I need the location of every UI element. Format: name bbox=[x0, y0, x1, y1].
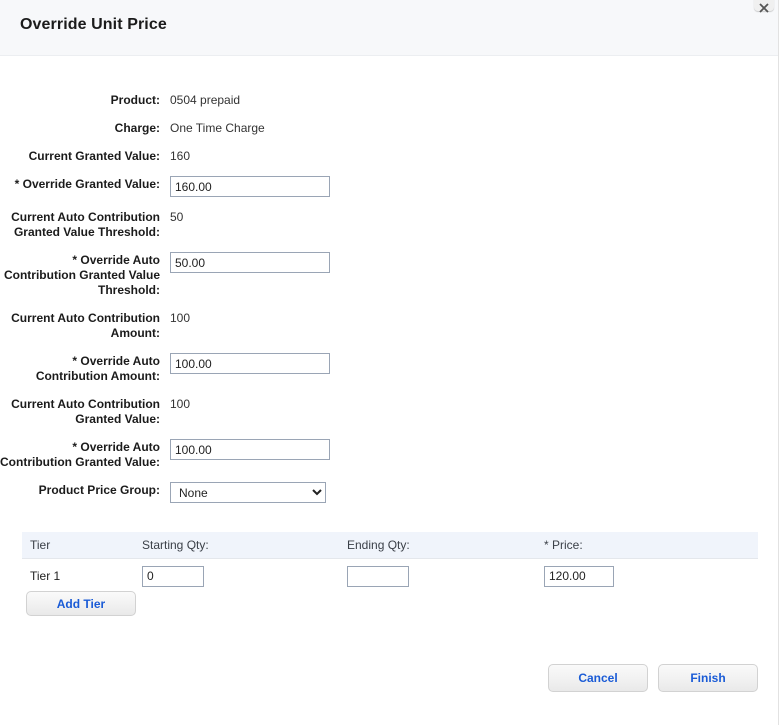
override-auto-contribution-granted-value-threshold-input[interactable] bbox=[170, 252, 330, 273]
field-product-price-group-control: None bbox=[170, 482, 326, 503]
close-icon[interactable] bbox=[754, 0, 774, 13]
field-product-label: Product: bbox=[110, 93, 160, 107]
finish-button[interactable]: Finish bbox=[658, 664, 758, 692]
starting-qty-input[interactable] bbox=[142, 565, 204, 587]
field-override-auto-contribution-granted-value-label: * Override Auto Contribution Granted Val… bbox=[0, 440, 161, 469]
field-override-auto-contribution-amount-label: * Override Auto Contribution Amount: bbox=[35, 354, 160, 383]
field-current-auto-contribution-amount-value: 100 bbox=[170, 311, 191, 325]
page-title: Override Unit Price bbox=[20, 16, 167, 33]
field-current-granted-value-value: 160 bbox=[170, 149, 191, 163]
field-override-auto-contribution-amount-control bbox=[170, 353, 330, 374]
tier-table: Tier Starting Qty: Ending Qty: * Price: … bbox=[22, 532, 758, 593]
field-override-auto-contribution-granted-value-control bbox=[170, 439, 330, 460]
field-current-auto-contribution-amount-label: Current Auto Contribution Amount: bbox=[11, 311, 160, 340]
override-granted-value-input[interactable] bbox=[170, 176, 330, 197]
field-current-auto-contribution-granted-value: Current Auto Contribution Granted Value:… bbox=[0, 396, 778, 427]
field-charge-label: Charge: bbox=[114, 121, 160, 135]
field-current-auto-contribution-amount: Current Auto Contribution Amount: 100 bbox=[0, 310, 778, 341]
add-tier-button[interactable]: Add Tier bbox=[26, 591, 136, 616]
dialog-footer: Cancel Finish bbox=[548, 664, 758, 692]
override-auto-contribution-amount-input[interactable] bbox=[170, 353, 330, 374]
field-override-auto-contribution-granted-value-threshold-control bbox=[170, 252, 330, 273]
field-current-granted-value-label: Current Granted Value: bbox=[28, 149, 160, 163]
tier-table-header-row: Tier Starting Qty: Ending Qty: * Price: bbox=[22, 532, 758, 559]
cancel-button[interactable]: Cancel bbox=[548, 664, 648, 692]
tier-row-label: Tier 1 bbox=[30, 569, 61, 583]
field-override-granted-value-control bbox=[170, 176, 330, 197]
field-charge-value: One Time Charge bbox=[170, 121, 265, 135]
field-charge: Charge: One Time Charge bbox=[0, 120, 778, 136]
field-override-auto-contribution-granted-value: * Override Auto Contribution Granted Val… bbox=[0, 439, 778, 470]
field-current-granted-value: Current Granted Value: 160 bbox=[0, 148, 778, 164]
product-price-group-select[interactable]: None bbox=[170, 482, 326, 503]
field-override-granted-value-label: * Override Granted Value: bbox=[14, 177, 160, 191]
tier-row-starting-qty-cell bbox=[142, 565, 347, 587]
close-glyph bbox=[759, 3, 769, 13]
field-product-price-group-label: Product Price Group: bbox=[38, 483, 160, 497]
field-current-auto-contribution-granted-value-threshold-label: Current Auto Contribution Granted Value … bbox=[11, 210, 160, 239]
field-product-price-group: Product Price Group: None bbox=[0, 482, 778, 503]
field-current-auto-contribution-granted-value-threshold: Current Auto Contribution Granted Value … bbox=[0, 209, 778, 240]
field-current-auto-contribution-granted-value-label: Current Auto Contribution Granted Value: bbox=[11, 397, 160, 426]
dialog-header: Override Unit Price bbox=[0, 0, 778, 56]
tier-row-ending-qty-cell bbox=[347, 565, 544, 587]
field-current-auto-contribution-granted-value-threshold-value: 50 bbox=[170, 210, 184, 224]
column-header-starting-qty: Starting Qty: bbox=[142, 538, 209, 552]
field-override-auto-contribution-amount: * Override Auto Contribution Amount: bbox=[0, 353, 778, 384]
field-override-granted-value: * Override Granted Value: bbox=[0, 176, 778, 197]
tier-row-price-cell bbox=[544, 565, 744, 587]
field-override-auto-contribution-granted-value-threshold-label: * Override Auto Contribution Granted Val… bbox=[3, 253, 160, 297]
field-product: Product: 0504 prepaid bbox=[0, 92, 778, 108]
override-auto-contribution-granted-value-input[interactable] bbox=[170, 439, 330, 460]
field-product-value: 0504 prepaid bbox=[170, 93, 241, 107]
column-header-price: * Price: bbox=[544, 538, 583, 552]
ending-qty-input[interactable] bbox=[347, 565, 409, 587]
column-header-ending-qty: Ending Qty: bbox=[347, 538, 410, 552]
column-header-tier: Tier bbox=[30, 538, 51, 552]
price-input[interactable] bbox=[544, 565, 614, 587]
form-area: Product: 0504 prepaid Charge: One Time C… bbox=[0, 56, 778, 503]
field-override-auto-contribution-granted-value-threshold: * Override Auto Contribution Granted Val… bbox=[0, 252, 778, 298]
table-row: Tier 1 bbox=[22, 559, 758, 593]
override-unit-price-dialog: Override Unit Price Product: 0504 prepai… bbox=[0, 0, 779, 725]
field-current-auto-contribution-granted-value-value: 100 bbox=[170, 397, 191, 411]
